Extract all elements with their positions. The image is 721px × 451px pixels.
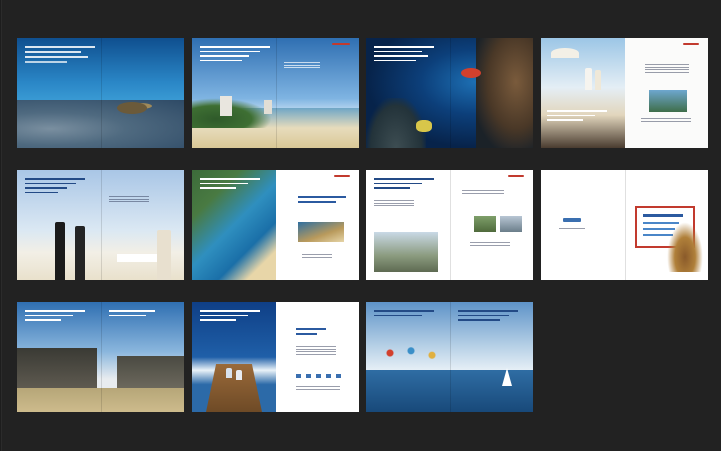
person-woman: [595, 70, 601, 90]
spread-yacht-deck[interactable]: [192, 302, 359, 412]
gutter: [449, 302, 451, 412]
spread-headline: [200, 178, 260, 192]
spread-coral-reef[interactable]: [366, 38, 533, 148]
spread-beach-resort[interactable]: [192, 38, 359, 148]
body-copy-left: [374, 200, 414, 208]
spread-sailing-ship[interactable]: [541, 170, 708, 280]
spread-headline-right: [458, 310, 518, 324]
caption-copy: [296, 386, 340, 391]
waiter-2: [75, 226, 85, 280]
spread-lifestyle-collage[interactable]: [366, 170, 533, 280]
spread-headline-right: [109, 310, 155, 319]
passenger-2: [236, 370, 242, 380]
lifestyle-photo-3: [500, 216, 522, 232]
tower-1: [220, 96, 232, 116]
spread-architecture[interactable]: [17, 302, 184, 412]
palm-trees: [192, 98, 272, 128]
gutter: [100, 170, 102, 280]
diver-icon: [416, 120, 432, 132]
dining-table: [117, 254, 157, 262]
lifestyle-photo-1: [374, 232, 438, 272]
spread-headline: [374, 46, 434, 64]
section-title: [296, 328, 326, 338]
spread-beach-dining[interactable]: [17, 170, 184, 280]
icon-row: [296, 374, 346, 378]
gutter: [449, 170, 451, 280]
caption-copy: [470, 242, 510, 247]
fish-icon: [461, 68, 481, 78]
tower-2: [264, 100, 272, 114]
spread-headline: [25, 178, 85, 196]
body-copy: [284, 62, 320, 70]
gutter: [100, 38, 102, 148]
caption-copy: [641, 118, 691, 123]
gutter: [275, 38, 277, 148]
route-map: [376, 342, 446, 364]
body-copy: [645, 64, 689, 74]
inset-photo: [649, 90, 687, 112]
brand-logo: [332, 43, 350, 45]
spread-headline: [25, 310, 85, 324]
turtle-icon: [117, 102, 147, 114]
spread-ocean-sailboat[interactable]: [366, 302, 533, 412]
waiter-1: [55, 222, 65, 280]
body-copy: [296, 346, 336, 356]
brand-logo: [508, 175, 524, 177]
lifestyle-photo-2: [474, 216, 496, 232]
spread-headline: [374, 310, 434, 319]
map-inset: [298, 222, 344, 242]
section-title: [298, 196, 346, 206]
brand-mark: [563, 218, 581, 222]
spread-headline: [374, 178, 434, 192]
spread-headline: [200, 310, 260, 324]
brand-logo: [683, 43, 699, 45]
brand-logo: [334, 175, 350, 177]
gutter: [624, 170, 626, 280]
guest: [157, 230, 171, 280]
right-page: [275, 302, 359, 412]
spread-underwater-turtle[interactable]: [17, 38, 184, 148]
brand-copy: [559, 228, 585, 231]
spread-headline: [25, 46, 95, 66]
passenger-1: [226, 368, 232, 378]
spread-headline: [200, 46, 270, 64]
gutter: [449, 38, 451, 148]
body-copy: [109, 196, 149, 204]
umbrella: [551, 48, 579, 58]
body-copy-right: [462, 190, 504, 195]
spread-aerial-beach[interactable]: [192, 170, 359, 280]
ship-icon: [667, 222, 703, 272]
person-man: [585, 68, 592, 90]
caption-copy: [302, 254, 332, 259]
coral-right: [476, 38, 533, 148]
building-right: [117, 356, 184, 390]
artboard: [1, 0, 721, 451]
gutter: [100, 302, 102, 412]
spread-terrace-couple[interactable]: [541, 38, 708, 148]
building-left: [17, 348, 97, 388]
headline-overlay: [547, 110, 607, 124]
